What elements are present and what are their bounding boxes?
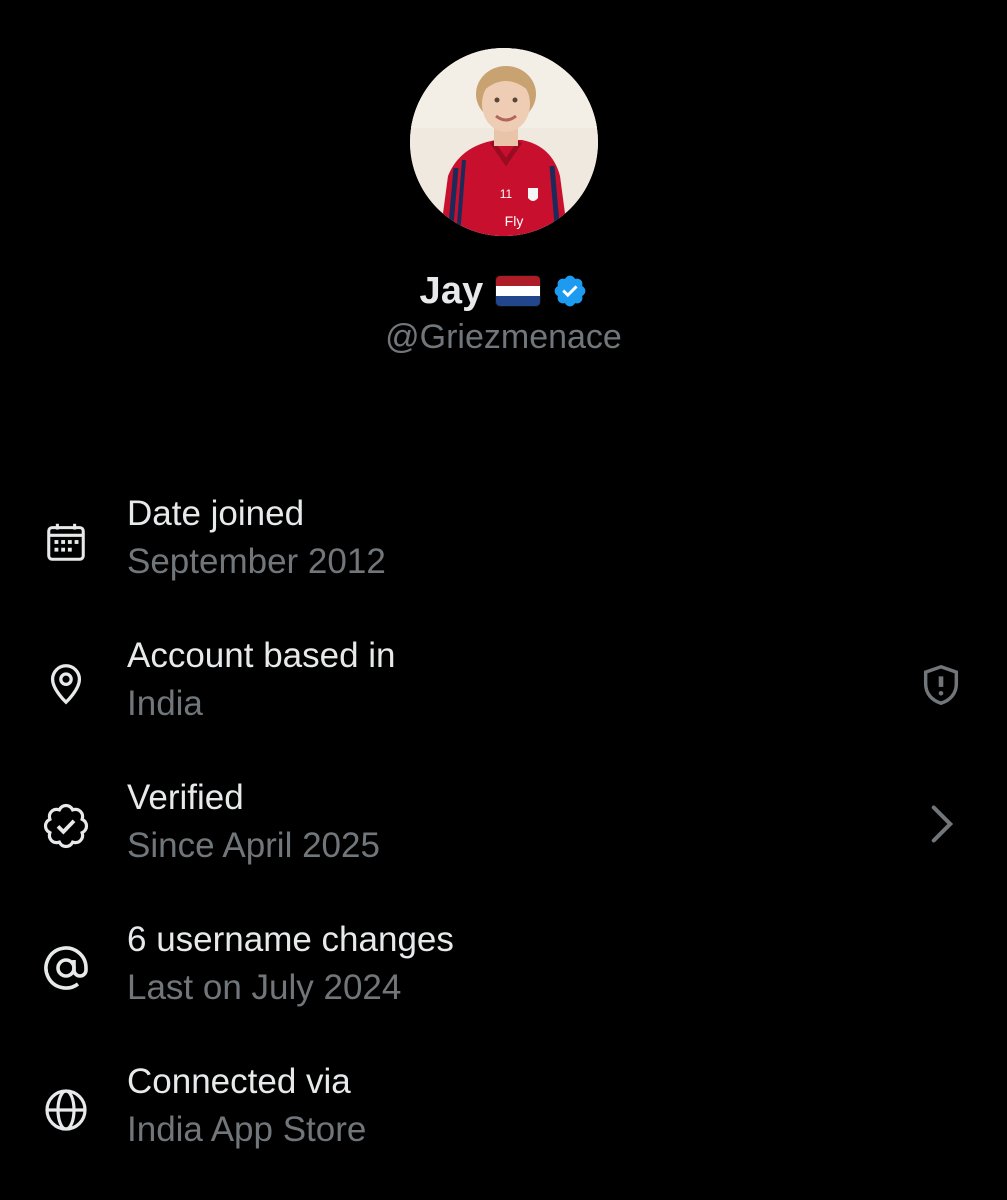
profile-avatar[interactable]: 11 Fly — [410, 48, 598, 236]
account-based-in-value: India — [127, 684, 203, 723]
date-joined-row: Date joined September 2012 — [0, 494, 1007, 614]
location-pin-icon — [40, 658, 92, 710]
verified-outline-icon — [40, 800, 92, 852]
account-based-in-label: Account based in — [127, 636, 396, 675]
netherlands-flag-icon — [495, 276, 540, 306]
date-joined-value: September 2012 — [127, 542, 386, 581]
profile-photo: 11 Fly — [410, 48, 598, 236]
username-changes-value: Last on July 2024 — [127, 968, 402, 1007]
profile-name-row: Jay — [0, 266, 1007, 316]
shield-alert-icon[interactable] — [916, 660, 966, 710]
verified-row[interactable]: Verified Since April 2025 — [0, 778, 1007, 898]
calendar-icon — [40, 516, 92, 568]
username-changes-label: 6 username changes — [127, 920, 454, 959]
date-joined-label: Date joined — [127, 494, 305, 533]
connected-via-value: India App Store — [127, 1110, 367, 1149]
connected-via-label: Connected via — [127, 1062, 351, 1101]
profile-handle: @Griezmenace — [385, 318, 622, 356]
svg-text:Fly: Fly — [505, 213, 524, 229]
svg-text:11: 11 — [500, 187, 513, 201]
at-sign-icon — [40, 942, 92, 994]
globe-icon — [40, 1084, 92, 1136]
verified-badge-icon[interactable] — [552, 273, 588, 309]
chevron-right-icon[interactable] — [922, 802, 962, 846]
connected-via-row: Connected via India App Store — [0, 1062, 1007, 1182]
verified-since-value: Since April 2025 — [127, 826, 380, 865]
verified-label: Verified — [127, 778, 244, 817]
display-name: Jay — [419, 269, 484, 312]
username-changes-row: 6 username changes Last on July 2024 — [0, 920, 1007, 1040]
account-based-in-row[interactable]: Account based in India — [0, 636, 1007, 756]
